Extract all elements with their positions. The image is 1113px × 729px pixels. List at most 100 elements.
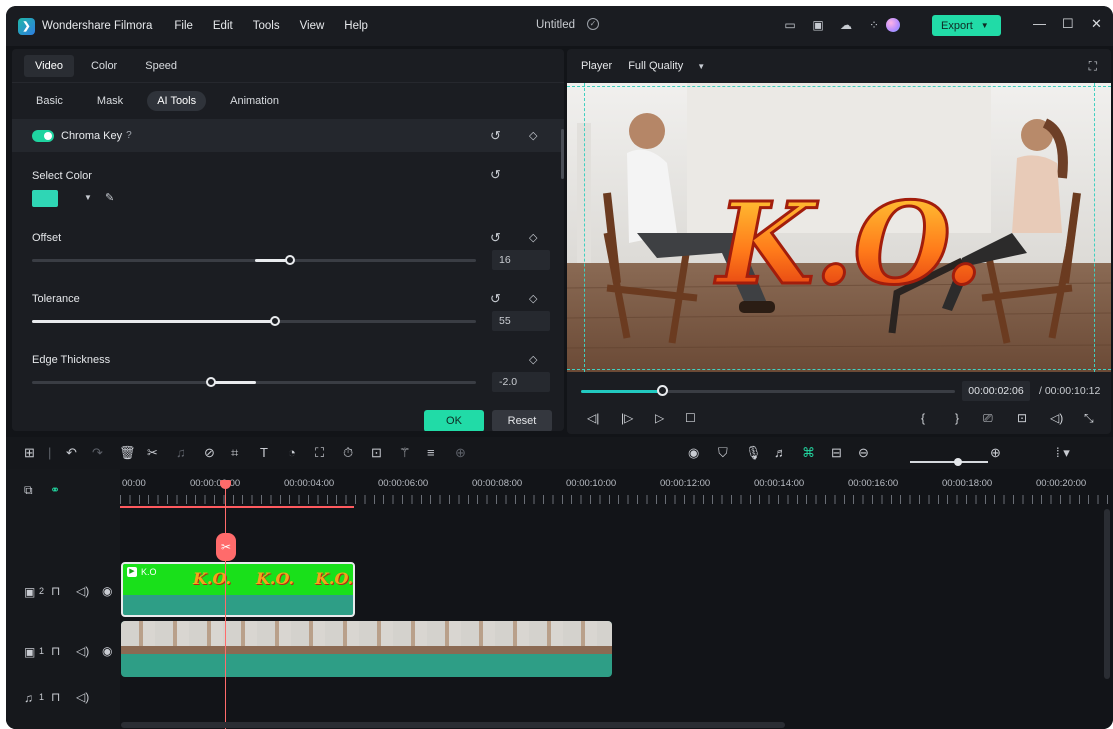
zoom-slider[interactable] <box>910 461 988 463</box>
current-time[interactable]: 00:00:02:06 <box>962 381 1030 401</box>
mute-icon[interactable]: ◁) <box>76 644 89 658</box>
snapshot-icon[interactable]: ⊡ <box>1017 411 1027 425</box>
mute-icon[interactable]: ◁) <box>76 584 89 598</box>
mark-out-icon[interactable]: } <box>955 411 959 425</box>
menu-edit[interactable]: Edit <box>213 20 233 32</box>
menu-help[interactable]: Help <box>344 20 368 32</box>
display-icon[interactable]: ⎚ <box>983 411 993 426</box>
help-icon[interactable]: ? <box>126 130 132 141</box>
lock-icon[interactable]: ⊓ <box>51 584 60 598</box>
tolerance-slider-knob[interactable] <box>270 316 280 326</box>
save-icon[interactable]: ▣ <box>810 17 826 33</box>
freeze-frame-icon[interactable]: ⛶ <box>315 445 324 461</box>
layout-icon[interactable]: ▭ <box>782 17 798 33</box>
reset-icon[interactable]: ↺ <box>490 167 501 183</box>
tab-video[interactable]: Video <box>24 54 74 77</box>
mark-in-icon[interactable]: { <box>921 411 925 425</box>
disable-icon[interactable]: ⊘ <box>204 445 215 461</box>
image-icon[interactable]: ⛶ <box>1089 59 1097 74</box>
chevron-down-icon[interactable]: ▼ <box>84 193 92 202</box>
ko-title-clip[interactable]: K.O. K.O. K.O. ▶ K.O <box>121 562 355 617</box>
export-button[interactable]: Export ▼ <box>932 15 1001 36</box>
menu-tools[interactable]: Tools <box>253 20 280 32</box>
microphone-icon[interactable]: 🎙 <box>745 445 762 461</box>
zoom-slider-knob[interactable] <box>954 458 962 466</box>
fit-icon[interactable]: ⊡ <box>371 445 382 461</box>
maximize-icon[interactable]: ☐ <box>1062 16 1074 32</box>
edge-thickness-value-field[interactable]: -2.0 <box>492 372 550 392</box>
delete-icon[interactable]: 🗑 <box>119 445 136 461</box>
undo-icon[interactable]: ↶ <box>66 445 77 461</box>
keyframe-icon[interactable]: ◇ <box>529 353 537 366</box>
more-icon[interactable]: ⊕ <box>455 445 466 461</box>
minimize-icon[interactable]: — <box>1033 16 1046 31</box>
stop-icon[interactable]: ☐ <box>685 411 696 425</box>
reset-icon[interactable]: ↺ <box>490 291 501 307</box>
keyframe-icon[interactable]: ◇ <box>529 129 537 142</box>
video-preview[interactable]: K.O. <box>567 83 1111 372</box>
layout-grid-icon[interactable]: ⊞ <box>24 445 35 461</box>
zoom-out-icon[interactable]: ⊖ <box>858 445 869 461</box>
offset-value-field[interactable]: 16 <box>492 250 550 270</box>
subtab-animation[interactable]: Animation <box>220 91 289 111</box>
timeline-vertical-scrollbar[interactable] <box>1104 509 1110 679</box>
eyedropper-icon[interactable]: ✎ <box>105 191 114 204</box>
subtab-basic[interactable]: Basic <box>25 91 73 111</box>
avatar[interactable] <box>886 18 900 32</box>
quality-select[interactable]: Full Quality <box>628 60 683 72</box>
eye-icon[interactable]: ◉ <box>102 584 112 598</box>
chroma-key-toggle[interactable] <box>32 129 54 142</box>
add-track-icon[interactable]: ⧉ <box>24 483 33 498</box>
keyframe-icon[interactable]: ◇ <box>529 231 537 244</box>
timeline-horizontal-scrollbar[interactable] <box>121 722 785 728</box>
offset-slider-knob[interactable] <box>285 255 295 265</box>
lock-icon[interactable]: ⊓ <box>51 644 60 658</box>
ok-button[interactable]: OK <box>424 410 484 431</box>
tab-color[interactable]: Color <box>80 55 128 77</box>
playhead[interactable] <box>225 486 226 729</box>
tolerance-value-field[interactable]: 55 <box>492 311 550 331</box>
timer-icon[interactable]: ⏱ <box>343 445 353 461</box>
reset-icon[interactable]: ↺ <box>490 128 501 144</box>
previous-frame-icon[interactable]: ◁| <box>587 411 599 425</box>
text-icon[interactable]: T <box>260 445 268 460</box>
marker-icon[interactable]: ⛉ <box>718 445 728 461</box>
offset-slider[interactable] <box>32 259 476 262</box>
panel-scrollbar[interactable] <box>561 129 564 179</box>
grid-apps-icon[interactable]: ⁘ <box>866 17 882 33</box>
link-icon[interactable]: ⚭ <box>50 483 60 497</box>
speed-icon[interactable]: ◔ <box>288 445 296 460</box>
crop-icon[interactable]: ⌗ <box>231 445 238 461</box>
reset-icon[interactable]: ↺ <box>490 230 501 246</box>
playhead-split-scissors-icon[interactable]: ✂ <box>216 533 236 561</box>
reset-button[interactable]: Reset <box>492 410 552 431</box>
adjust-icon[interactable]: ≡ <box>427 445 435 460</box>
subtab-ai-tools[interactable]: AI Tools <box>147 91 207 111</box>
playback-progress-knob[interactable] <box>657 385 668 396</box>
close-icon[interactable]: ✕ <box>1091 16 1102 32</box>
render-icon[interactable]: ◉ <box>688 445 699 461</box>
audio-icon[interactable]: ♫ <box>176 445 186 460</box>
fullscreen-icon[interactable]: ⤡ <box>1084 411 1094 426</box>
audio-mixer-icon[interactable]: ♬ <box>774 445 787 460</box>
menu-file[interactable]: File <box>174 20 193 32</box>
next-frame-icon[interactable]: |▷ <box>621 411 633 425</box>
zoom-in-icon[interactable]: ⊕ <box>990 445 1001 461</box>
keyframe-icon[interactable]: ◇ <box>529 292 537 305</box>
chevron-down-icon[interactable]: ▼ <box>697 62 705 71</box>
split-scissors-icon[interactable]: ✂ <box>147 445 158 461</box>
subtab-mask[interactable]: Mask <box>87 91 133 111</box>
play-icon[interactable]: ▷ <box>655 411 664 425</box>
redo-icon[interactable]: ↷ <box>92 445 103 461</box>
lock-icon[interactable]: ⊓ <box>51 690 60 704</box>
magic-wand-icon[interactable]: ⚚ <box>399 445 411 461</box>
mute-icon[interactable]: ◁) <box>76 690 89 704</box>
track-settings-icon[interactable]: ⁞ ▾ <box>1056 445 1070 461</box>
eye-icon[interactable]: ◉ <box>102 644 112 658</box>
menu-view[interactable]: View <box>300 20 325 32</box>
edge-thickness-slider-knob[interactable] <box>206 377 216 387</box>
time-ruler[interactable]: 00:00 00:00:02:00 00:00:04:00 00:00:06:0… <box>120 469 1113 514</box>
color-swatch[interactable] <box>32 190 58 207</box>
tab-speed[interactable]: Speed <box>134 55 188 77</box>
cloud-icon[interactable]: ☁ <box>838 17 854 33</box>
